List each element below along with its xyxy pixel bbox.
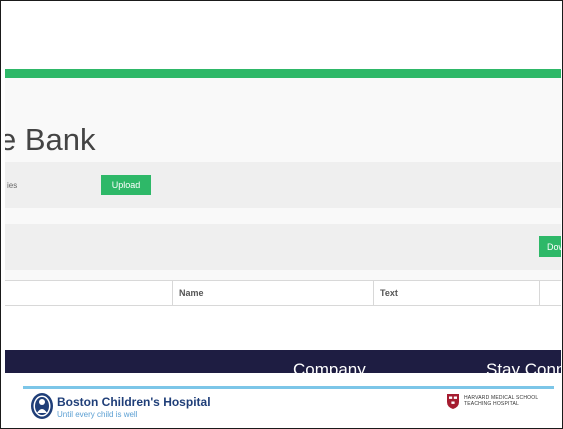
harvard-logo: HARVARD MEDICAL SCHOOL TEACHING HOSPITAL	[447, 394, 557, 412]
slide-divider	[23, 386, 554, 389]
top-navigation-bar	[5, 5, 561, 69]
hospital-emblem-icon	[31, 393, 53, 419]
site-footer: Company Stay Conn	[5, 350, 561, 373]
upload-label: ies	[7, 181, 18, 190]
column-divider	[172, 281, 173, 305]
boston-childrens-logo: Boston Children's Hospital Until every c…	[30, 392, 211, 422]
footer-stay-connected[interactable]: Stay Conn	[486, 360, 561, 373]
table-header-row: Name Text	[5, 280, 561, 306]
footer-company[interactable]: Company	[293, 360, 366, 373]
download-button[interactable]: Dow	[539, 236, 561, 257]
column-divider	[539, 281, 540, 305]
upload-button[interactable]: Upload	[101, 175, 151, 195]
hospital-name: Boston Children's Hospital	[57, 395, 211, 409]
upload-panel: ies Upload	[5, 162, 561, 208]
harvard-line2: TEACHING HOSPITAL	[464, 401, 519, 407]
harvard-shield-icon	[447, 394, 459, 409]
download-panel: Dow	[5, 224, 561, 270]
main-content: e Bank ies Upload Dow Name Text	[5, 78, 561, 350]
column-header-text[interactable]: Text	[380, 281, 398, 305]
data-table: Name Text	[5, 280, 561, 350]
slide-frame: e Bank ies Upload Dow Name Text	[0, 0, 563, 429]
hospital-tagline: Until every child is well	[57, 410, 138, 419]
column-divider	[373, 281, 374, 305]
column-header-name[interactable]: Name	[179, 281, 204, 305]
accent-bar	[5, 69, 561, 78]
harvard-wordmark: HARVARD MEDICAL SCHOOL TEACHING HOSPITAL	[464, 395, 538, 407]
app-screenshot: e Bank ies Upload Dow Name Text	[5, 5, 561, 373]
page-title: e Bank	[5, 122, 96, 157]
